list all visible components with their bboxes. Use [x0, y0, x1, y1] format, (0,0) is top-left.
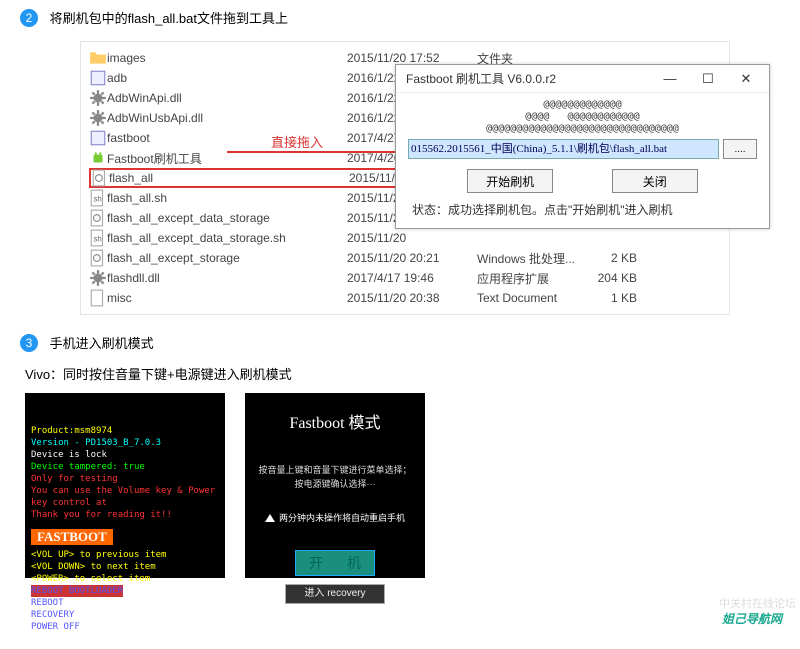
shot1-line: <POWER> to select item: [31, 573, 219, 585]
file-size: 2 KB: [577, 251, 637, 265]
file-row[interactable]: flashdll.dll2017/4/17 19:46应用程序扩展204 KB: [89, 268, 721, 288]
path-row: 015562.2015561_中国(China)_5.1.1\刷机包\flash…: [408, 139, 757, 159]
file-name: flash_all: [109, 171, 349, 185]
zol-watermark: 中关村在线论坛: [719, 595, 796, 611]
file-type: Windows 批处理...: [477, 250, 577, 267]
step-2-badge: 2: [20, 9, 38, 27]
file-icon: sh: [89, 229, 107, 247]
file-icon: [89, 49, 107, 67]
fastboot-dialog: Fastboot 刷机工具 V6.0.0.r2 — ☐ ✕ @@@@@@@@@@…: [395, 64, 770, 229]
file-name: images: [107, 51, 347, 65]
fastboot-terminal-screenshot: Product:msm8974 Version - PD1503_B_7.0.3…: [25, 393, 225, 578]
shot1-line: <VOL UP> to previous item: [31, 549, 219, 561]
file-icon: [89, 129, 107, 147]
shot2-warning: 两分钟内未操作将自动重启手机: [255, 511, 415, 524]
file-date: 2015/11/20 20:38: [347, 291, 477, 305]
step-3-text: 手机进入刷机模式: [50, 336, 154, 351]
file-type: Text Document: [477, 291, 577, 305]
fastboot-mode-screenshot: Fastboot 模式 按音量上键和音量下键进行菜单选择；按电源键确认选择···…: [245, 393, 425, 578]
shot2-title: Fastboot 模式: [255, 409, 415, 433]
warning-icon: [265, 514, 275, 522]
shot2-tip: 按音量上键和音量下键进行菜单选择；按电源键确认选择···: [255, 463, 415, 491]
minimize-button[interactable]: —: [651, 68, 689, 90]
file-row[interactable]: misc2015/11/20 20:38Text Document1 KB: [89, 288, 721, 308]
file-size: 1 KB: [577, 291, 637, 305]
browse-button[interactable]: ....: [723, 139, 757, 159]
shot1-line: Only for testing: [31, 473, 219, 485]
start-flash-button[interactable]: 开始刷机: [467, 169, 553, 193]
step-2-text: 将刷机包中的flash_all.bat文件拖到工具上: [50, 11, 288, 26]
path-input[interactable]: 015562.2015561_中国(China)_5.1.1\刷机包\flash…: [408, 139, 719, 159]
shot1-line: You can use the Volume key & Power key c…: [31, 485, 219, 509]
shot1-line: RECOVERY: [31, 609, 219, 621]
file-row[interactable]: flash_all_except_storage2015/11/20 20:21…: [89, 248, 721, 268]
shot1-line: Device is lock: [31, 449, 219, 461]
file-size: 204 KB: [577, 271, 637, 285]
step-2-header: 2 将刷机包中的flash_all.bat文件拖到工具上: [0, 0, 800, 31]
file-icon: [89, 289, 107, 307]
file-icon: [89, 69, 107, 87]
file-name: flash_all_except_data_storage: [107, 211, 347, 225]
svg-text:sh: sh: [94, 234, 102, 243]
maximize-button[interactable]: ☐: [689, 68, 727, 90]
drag-hint-label: 直接拖入: [271, 132, 323, 151]
file-icon: [89, 149, 107, 167]
file-name: adb: [107, 71, 347, 85]
shot1-line: Version - PD1503_B_7.0.3: [31, 437, 219, 449]
status-label: 状态：: [412, 203, 448, 217]
close-button[interactable]: ✕: [727, 68, 765, 90]
file-icon: [89, 269, 107, 287]
file-name: misc: [107, 291, 347, 305]
shot1-line: Thank you for reading it!!: [31, 509, 219, 521]
power-on-button[interactable]: 开 机: [295, 550, 375, 576]
dialog-titlebar: Fastboot 刷机工具 V6.0.0.r2 — ☐ ✕: [396, 65, 769, 93]
file-row[interactable]: sh flash_all_except_data_storage.sh2015/1…: [89, 228, 721, 248]
step-3-header: 3 手机进入刷机模式: [0, 325, 800, 356]
file-date: 2015/11/20: [347, 231, 477, 245]
dialog-close-button[interactable]: 关闭: [612, 169, 698, 193]
shot1-line: REBOOT BOOTLOADER: [31, 585, 123, 597]
shot1-line: Device tampered: true: [31, 461, 219, 473]
file-date: 2015/11/20 20:21: [347, 251, 477, 265]
step-3-badge: 3: [20, 334, 38, 352]
enter-recovery-button[interactable]: 进入 recovery: [285, 584, 385, 604]
status-row: 状态：成功选择刷机包。点击"开始刷机"进入刷机: [408, 199, 757, 218]
file-name: flash_all_except_storage: [107, 251, 347, 265]
screenshots-row: Product:msm8974 Version - PD1503_B_7.0.3…: [0, 387, 800, 578]
file-name: flash_all_except_data_storage.sh: [107, 231, 347, 245]
file-icon: [91, 169, 109, 187]
file-date: 2017/4/17 19:46: [347, 271, 477, 285]
file-name: flash_all.sh: [107, 191, 347, 205]
file-name: AdbWinApi.dll: [107, 91, 347, 105]
vivo-tip: Vivo：同时按住音量下键+电源键进入刷机模式: [0, 356, 800, 387]
file-name: AdbWinUsbApi.dll: [107, 111, 347, 125]
site-watermark: 姐己导航网: [722, 610, 782, 627]
fastboot-tag: FASTBOOT: [31, 529, 113, 545]
file-icon: [89, 249, 107, 267]
ascii-art: @@@@@@@@@@@@@ @@@@ @@@@@@@@@@@@ @@@@@@@@…: [408, 99, 757, 135]
dialog-title: Fastboot 刷机工具 V6.0.0.r2: [406, 70, 651, 87]
file-icon: sh: [89, 189, 107, 207]
file-type: 应用程序扩展: [477, 270, 577, 287]
file-icon: [89, 89, 107, 107]
shot1-line: POWER OFF: [31, 621, 219, 633]
shot1-line: REBOOT: [31, 597, 219, 609]
file-name: flashdll.dll: [107, 271, 347, 285]
file-date: 2015/11/20 17:52: [347, 51, 477, 65]
status-text: 成功选择刷机包。点击"开始刷机"进入刷机: [448, 203, 673, 217]
file-icon: [89, 109, 107, 127]
shot1-line: <VOL DOWN> to next item: [31, 561, 219, 573]
dialog-body: @@@@@@@@@@@@@ @@@@ @@@@@@@@@@@@ @@@@@@@@…: [396, 93, 769, 228]
svg-text:sh: sh: [94, 194, 102, 203]
file-icon: [89, 209, 107, 227]
shot1-line: Product:msm8974: [31, 425, 219, 437]
